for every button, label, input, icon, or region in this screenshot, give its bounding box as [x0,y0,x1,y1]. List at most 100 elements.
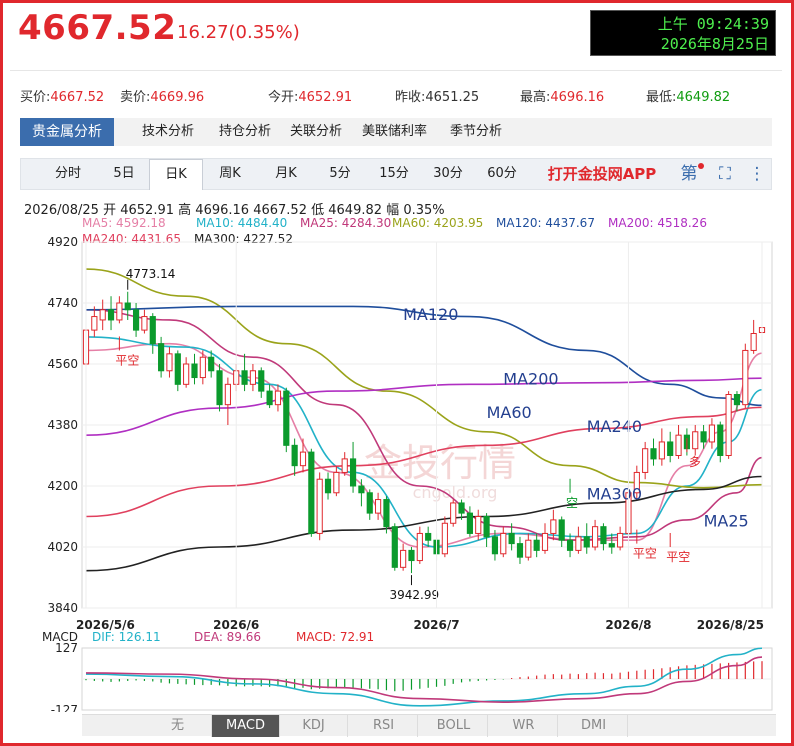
candle-body [216,370,223,406]
quote-value: 4652.91 [298,90,353,105]
ma-legend-item: MA5: 4592.18 [82,216,166,230]
candle-body [483,516,490,538]
period-tab[interactable]: 60分 [475,159,529,189]
clock-display: 上午 09:24:39 2026年8月25日 [590,10,776,56]
indicator-tab[interactable]: 无 [144,715,212,737]
macd-dif-line [85,647,763,707]
indicator-tab[interactable]: KDJ [280,715,348,737]
candle-body [383,499,390,528]
nav-tab[interactable]: 季节分析 [440,118,512,146]
candle-body [258,370,265,392]
candle-body [692,431,699,450]
candle-body [533,539,540,551]
low-label: 3942.99 [389,588,439,602]
candle-body [667,441,674,456]
ma-line-label: MA120 [403,305,458,324]
candle-body [349,458,357,487]
candle-body [600,526,607,545]
candle-body [742,349,749,406]
candle-body [375,499,382,514]
macd-dea-line [85,656,763,703]
nav-tab[interactable]: 关联分析 [280,118,352,146]
fullscreen-icon[interactable]: ⛶ [713,159,737,189]
candle-body [249,370,257,385]
period-tab[interactable]: 5日 [97,159,151,189]
quote-value: 4651.25 [425,90,480,105]
candle-body [174,353,181,385]
indicator-tab[interactable]: RSI [350,715,418,737]
quote-row: 买价:4667.52 卖价:4669.96 今开:4652.91 昨收:4651.25… [20,86,780,105]
candle-body [750,333,757,351]
candle-body [617,532,624,548]
candle-body [733,394,741,406]
candle-body [274,390,282,406]
indicator-tab[interactable]: WR [490,715,558,737]
ma-line-label: MA240 [587,417,642,436]
candle-body [475,516,482,534]
signal-label: 空 [566,496,578,510]
period-tabs: 分时 5日 日K 周K 月K 5分 15分 30分 60分 打开金投网APP 第 ⛶ ⋮ [20,158,772,190]
macd-y-tick: -127 [51,703,78,712]
candle-body [575,536,582,551]
period-tab[interactable]: 15分 [367,159,421,189]
candle-body [333,471,340,494]
ma-legend-item: MA25: 4284.30 [300,216,392,230]
period-tab[interactable]: 5分 [313,159,367,189]
candle-body [700,431,707,443]
ma-line-label: MA200 [503,369,558,388]
more-icon[interactable]: ⋮ [745,159,769,189]
period-tab[interactable]: 日K [149,159,203,190]
quote-label: 买价: [20,90,51,105]
quote-value: 4649.82 [676,90,731,105]
nav-tab[interactable]: 持仓分析 [209,118,281,146]
last-price: 4667.52 [18,8,177,48]
clock-date: 2026年8月25日 [660,35,769,53]
candle-body [441,522,448,555]
nav-tab[interactable]: 贵金属分析 [20,118,114,146]
quote-item: 买价:4667.52 [20,86,104,105]
clock-time: 上午 09:24:39 [657,15,769,33]
macd-legend-item: DEA: 89.66 [194,630,261,644]
candle-body [491,536,499,555]
candle-body [608,543,615,548]
candle-body [99,309,106,321]
candle-body [324,478,332,494]
quote-value: 4696.16 [550,90,605,105]
candle-body [191,363,198,379]
candle-body [208,356,215,372]
candle-body [642,448,649,473]
candle-body [241,370,248,385]
candle-body [558,519,565,541]
candle-body [591,526,599,548]
app-link[interactable]: 打开金投网APP [537,159,667,189]
candle-body [400,549,407,568]
cai-icon[interactable]: 第 [677,159,701,189]
candle-body [650,448,657,460]
period-tab[interactable]: 月K [259,159,313,189]
quote-label: 最低: [646,90,677,105]
candle-body [149,316,156,345]
x-tick-label: 2026/7 [413,618,459,632]
macd-legend-item: DIF: 126.11 [92,630,161,644]
candle-body [358,485,365,494]
quote-value: 4667.52 [50,90,105,105]
ma-legend-item: MA200: 4518.26 [608,216,707,230]
candle-body [717,424,724,456]
candle-body [124,302,131,311]
quote-item: 最高:4696.16 [520,86,604,105]
ma-line-ma200 [85,377,763,436]
analysis-tabs: 贵金属分析 技术分析 持仓分析 关联分析 美联储利率 季节分析 [20,118,772,146]
nav-tab[interactable]: 技术分析 [132,118,204,146]
indicator-tab[interactable]: DMI [560,715,628,737]
period-tab[interactable]: 周K [203,159,257,189]
period-tab[interactable]: 分时 [41,159,95,189]
ma-legend-item: MA10: 4484.40 [196,216,288,230]
nav-tab[interactable]: 美联储利率 [352,118,437,146]
quote-label: 今开: [268,90,299,105]
indicator-tab[interactable]: BOLL [420,715,488,737]
app-link-label: 打开金投网APP [547,165,657,183]
indicator-tab[interactable]: MACD [212,715,280,737]
candle-body [132,309,140,331]
indicator-tabs: 无 MACD KDJ RSI BOLL WR DMI [82,714,776,737]
period-tab[interactable]: 30分 [421,159,475,189]
